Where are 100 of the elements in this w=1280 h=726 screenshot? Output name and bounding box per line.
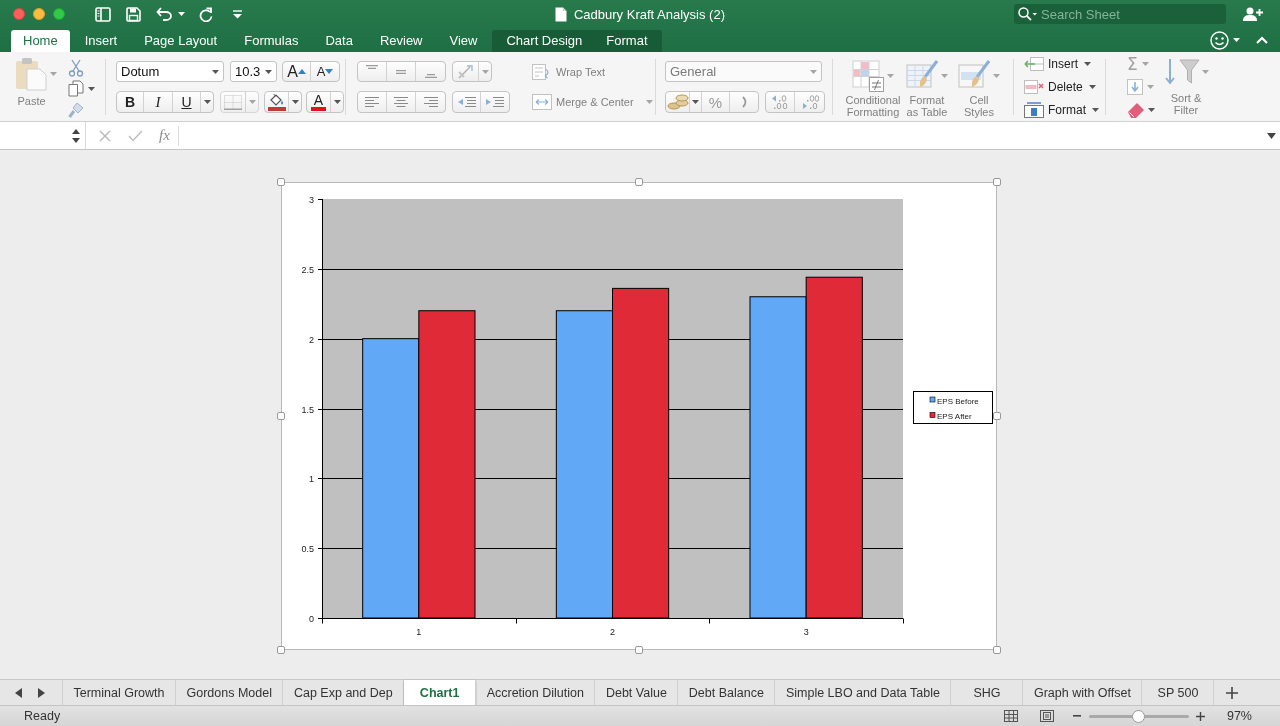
zoom-icon[interactable]	[53, 8, 65, 20]
align-center-icon	[394, 97, 408, 107]
caret-icon[interactable]	[333, 100, 341, 104]
caret-icon[interactable]	[1148, 107, 1155, 112]
font-size-field[interactable]: 10.3	[230, 61, 277, 82]
resize-handle[interactable]	[635, 178, 643, 186]
check-icon[interactable]	[128, 129, 143, 142]
resize-handle[interactable]	[277, 412, 285, 420]
axis-label: 2.5	[301, 264, 314, 275]
format-button[interactable]: Format	[1024, 99, 1099, 121]
increase-indent-icon	[486, 97, 504, 107]
cancel-icon[interactable]	[99, 129, 111, 142]
caret-icon	[810, 69, 817, 74]
resize-handle[interactable]	[993, 646, 1001, 654]
decrease-indent-icon	[457, 97, 476, 107]
caret-icon	[887, 74, 894, 78]
coins-icon	[666, 94, 689, 110]
caret-icon[interactable]	[1267, 132, 1276, 139]
redo-icon[interactable]	[199, 6, 213, 22]
insert-button[interactable]: Insert	[1024, 53, 1091, 75]
slider-thumb[interactable]	[1131, 709, 1145, 723]
axis-label: 3	[309, 194, 314, 205]
fill-color-button[interactable]	[265, 92, 289, 112]
add-person-icon[interactable]	[1243, 7, 1263, 21]
delete-button[interactable]: Delete	[1024, 76, 1096, 98]
caret-icon	[265, 69, 272, 74]
highlighted-grid-icon	[852, 60, 884, 92]
plus-icon[interactable]	[1226, 686, 1239, 699]
ribbon-tab[interactable]: Format	[594, 30, 660, 52]
axis-label: 1.5	[301, 404, 314, 415]
axis-label: 1	[309, 473, 314, 484]
triangle-up-icon	[297, 69, 306, 74]
arrow-right-icon[interactable]	[38, 687, 45, 698]
resize-handle[interactable]	[277, 178, 285, 186]
resize-handle[interactable]	[993, 412, 1001, 420]
caret-icon[interactable]	[291, 100, 299, 104]
font-field[interactable]: Dotum	[116, 61, 224, 82]
paint-bucket-icon	[267, 93, 286, 111]
caret-icon[interactable]	[178, 12, 185, 16]
ribbon-tab[interactable]: Review	[367, 30, 435, 52]
ribbon-tab[interactable]: Data	[313, 30, 365, 52]
smiley-icon[interactable]	[1210, 30, 1229, 50]
status-text: Ready	[24, 709, 61, 723]
format-cells-icon	[1024, 101, 1044, 118]
copy-icon[interactable]	[68, 80, 84, 98]
bold-button[interactable]: B	[117, 92, 144, 112]
minus-icon[interactable]	[1072, 715, 1081, 717]
eraser-icon[interactable]	[1127, 101, 1145, 118]
caret-icon	[941, 74, 948, 78]
sidebar-icon[interactable]	[95, 6, 111, 22]
caret-icon	[1088, 85, 1096, 89]
caret-icon[interactable]	[88, 87, 95, 91]
caret-icon[interactable]	[203, 100, 211, 104]
customize-icon[interactable]	[232, 9, 243, 19]
decrease-font-button[interactable]: A	[311, 62, 339, 81]
align-bottom-icon	[424, 74, 437, 78]
minimize-icon[interactable]	[33, 8, 45, 20]
ribbon-tab[interactable]: Formulas	[232, 30, 311, 52]
ribbon-tab[interactable]: Chart Design	[494, 30, 595, 52]
resize-handle[interactable]	[635, 646, 643, 654]
increase-font-button[interactable]: A	[283, 62, 311, 81]
function-button[interactable]: fx	[159, 127, 170, 144]
search-icon	[1018, 7, 1038, 21]
ribbon-tab[interactable]: Home	[11, 30, 70, 52]
page-layout-icon[interactable]	[1039, 710, 1054, 722]
funnel-icon	[1163, 57, 1200, 87]
axis-label: 2	[610, 627, 615, 637]
resize-handle[interactable]	[993, 178, 1001, 186]
close-icon[interactable]	[13, 8, 25, 20]
search-field[interactable]: Search Sheet	[1014, 4, 1226, 24]
save-icon[interactable]	[126, 6, 141, 22]
scissors-icon[interactable]	[68, 58, 84, 77]
align-middle-icon	[396, 69, 406, 74]
sheet-tab[interactable]: Chart1	[404, 680, 477, 705]
caret-icon	[1201, 70, 1209, 74]
arrow-left-icon[interactable]	[15, 687, 22, 698]
italic-button[interactable]: I	[144, 92, 173, 112]
ribbon-tab[interactable]: Insert	[72, 30, 130, 52]
font-color-button[interactable]: A	[307, 92, 331, 112]
merge-cells-icon	[532, 94, 552, 110]
axis-label: 0.5	[301, 543, 314, 554]
ribbon-tab[interactable]: View	[437, 30, 490, 52]
caret-icon[interactable]	[692, 100, 699, 104]
caret-icon[interactable]	[1233, 38, 1240, 42]
undo-icon[interactable]	[156, 7, 173, 21]
paintbrush-icon[interactable]	[68, 102, 84, 119]
caret-icon	[645, 100, 653, 104]
fill-down-icon[interactable]	[1127, 79, 1143, 95]
delete-cells-icon	[1024, 80, 1044, 94]
caret-icon	[1084, 62, 1091, 67]
caret-icon	[212, 69, 219, 74]
grid-view-icon[interactable]	[1003, 710, 1018, 722]
resize-handle[interactable]	[277, 646, 285, 654]
ribbon-tab[interactable]: Page Layout	[132, 30, 230, 52]
align-left-icon	[365, 97, 379, 107]
borders-button[interactable]	[221, 92, 246, 112]
plus-icon[interactable]	[1195, 711, 1205, 721]
underline-button[interactable]: U	[173, 92, 201, 112]
stepper-icon[interactable]	[72, 127, 80, 144]
chevron-up-icon[interactable]	[1256, 36, 1268, 44]
